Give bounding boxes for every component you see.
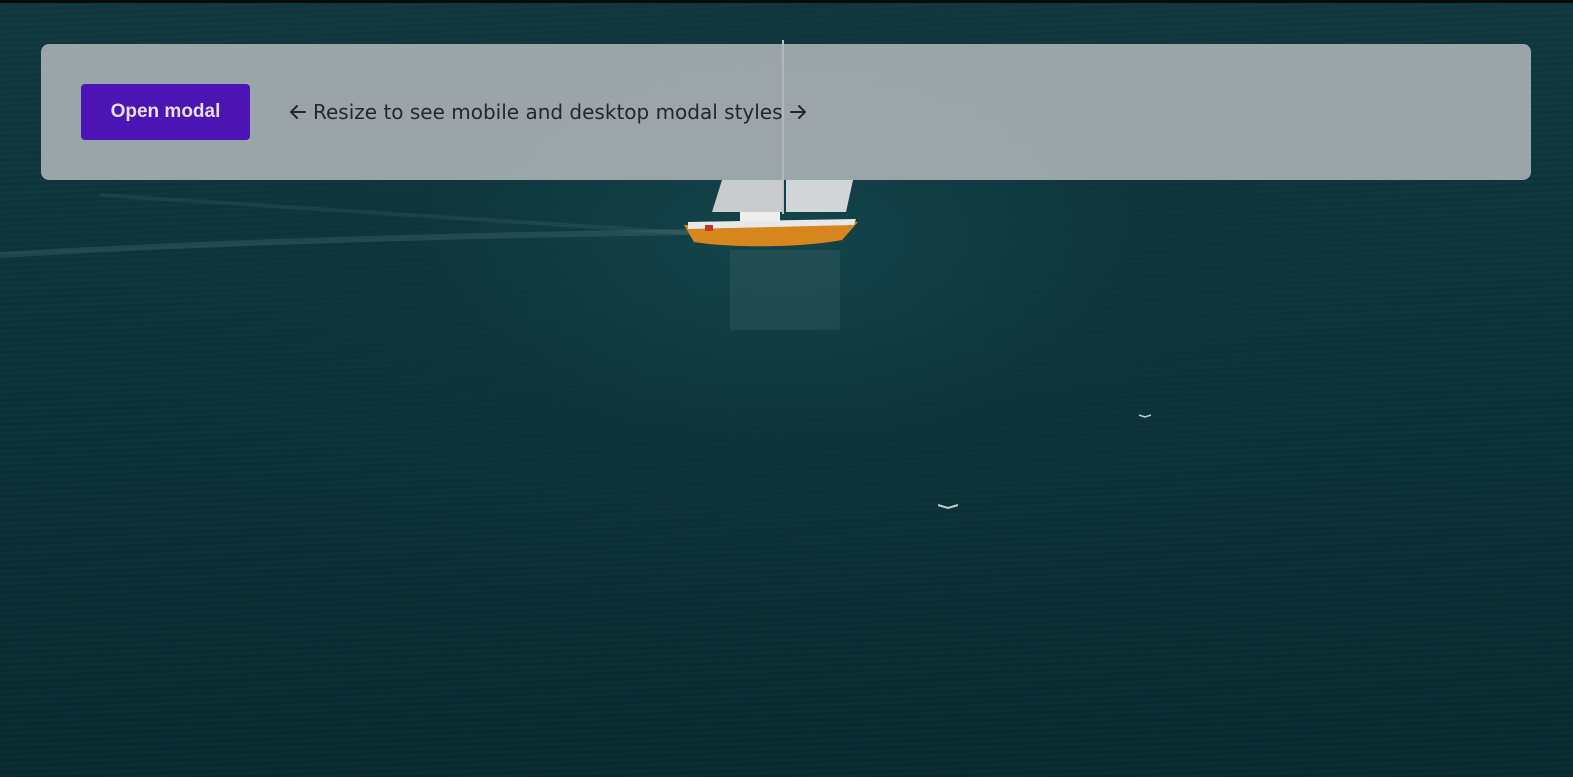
open-modal-button[interactable]: Open modal: [81, 84, 250, 140]
resize-hint-text: Resize to see mobile and desktop modal s…: [313, 100, 783, 124]
resize-hint: Resize to see mobile and desktop modal s…: [288, 100, 808, 124]
arrow-right-icon: [788, 102, 808, 122]
arrow-left-icon: [288, 102, 308, 122]
control-panel: Open modal Resize to see mobile and desk…: [41, 44, 1531, 180]
top-border: [0, 0, 1573, 3]
